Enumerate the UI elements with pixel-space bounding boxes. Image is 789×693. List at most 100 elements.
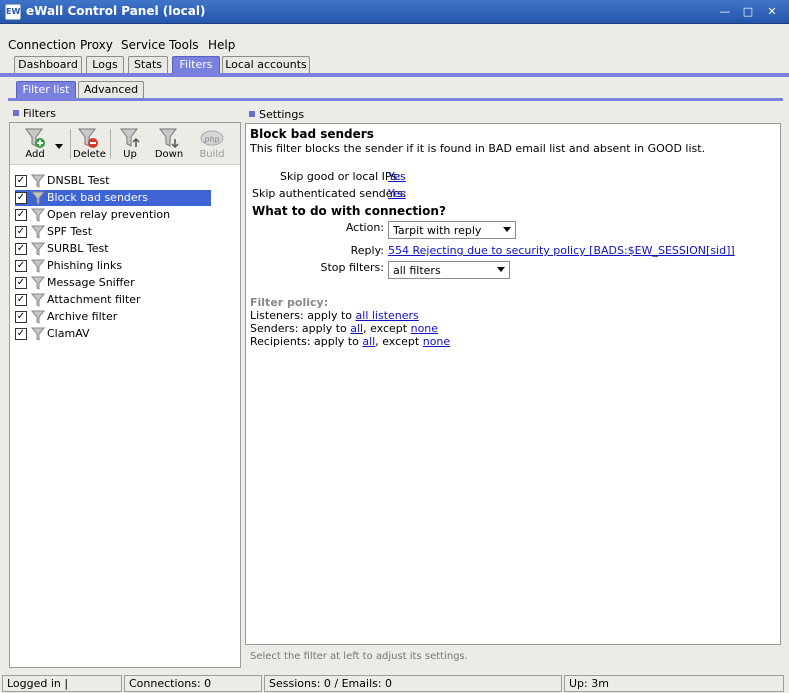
funnel-icon bbox=[31, 174, 45, 188]
filter-item-label: Message Sniffer bbox=[47, 276, 135, 289]
up-button[interactable]: Up bbox=[118, 127, 142, 160]
filter-item-attachment-filter[interactable]: ✓ Attachment filter bbox=[15, 292, 211, 308]
down-button[interactable]: Down bbox=[154, 127, 184, 160]
build-button-label: Build bbox=[199, 149, 225, 160]
filter-item-dnsbl-test[interactable]: ✓ DNSBL Test bbox=[15, 173, 211, 189]
chevron-down-icon bbox=[497, 267, 505, 272]
filter-item-spf-test[interactable]: ✓ SPF Test bbox=[15, 224, 211, 240]
filter-item-block-bad-senders[interactable]: ✓ Block bad senders bbox=[15, 190, 211, 206]
tab-local-accounts[interactable]: Local accounts bbox=[222, 56, 310, 74]
senders-except-label: , except bbox=[363, 322, 408, 335]
add-dropdown-arrow[interactable] bbox=[54, 141, 64, 152]
filter-title: Block bad senders bbox=[250, 127, 374, 141]
recipients-except-link[interactable]: none bbox=[423, 335, 450, 348]
filter-item-label: Archive filter bbox=[47, 310, 118, 323]
filter-item-open-relay-prevention[interactable]: ✓ Open relay prevention bbox=[15, 207, 211, 223]
filter-item-label: ClamAV bbox=[47, 327, 90, 340]
recipients-all-link[interactable]: all bbox=[362, 335, 375, 348]
status-connections: Connections: 0 bbox=[124, 675, 262, 692]
filter-checkbox[interactable]: ✓ bbox=[15, 226, 27, 238]
status-login: Logged in | bbox=[2, 675, 122, 692]
recipients-except-label: , except bbox=[375, 335, 420, 348]
action-select[interactable]: Tarpit with reply bbox=[388, 221, 516, 239]
toolbar-separator bbox=[110, 129, 111, 159]
funnel-add-icon bbox=[25, 128, 45, 148]
chevron-down-icon bbox=[55, 144, 63, 149]
filter-checkbox[interactable]: ✓ bbox=[15, 328, 27, 340]
tab-advanced[interactable]: Advanced bbox=[78, 81, 144, 99]
title-bar: EW eWall Control Panel (local) — □ ✕ bbox=[0, 0, 789, 24]
filter-item-message-sniffer[interactable]: ✓ Message Sniffer bbox=[15, 275, 211, 291]
filter-checkbox[interactable]: ✓ bbox=[15, 192, 27, 204]
filter-item-surbl-test[interactable]: ✓ SURBL Test bbox=[15, 241, 211, 257]
listeners-policy: Listeners: apply to all listeners bbox=[250, 309, 419, 322]
filter-checkbox[interactable]: ✓ bbox=[15, 294, 27, 306]
chevron-down-icon bbox=[503, 227, 511, 232]
funnel-icon bbox=[31, 276, 45, 290]
settings-hint: Select the filter at left to adjust its … bbox=[250, 651, 468, 662]
filter-item-label: DNSBL Test bbox=[47, 174, 110, 187]
skip-local-label: Skip good or local IPs: bbox=[280, 170, 401, 183]
tab-filters[interactable]: Filters bbox=[172, 56, 220, 74]
funnel-delete-icon bbox=[78, 128, 98, 148]
filter-checkbox[interactable]: ✓ bbox=[15, 277, 27, 289]
action-label: Action: bbox=[345, 221, 384, 234]
maximize-button[interactable]: □ bbox=[741, 6, 755, 18]
reply-link[interactable]: 554 Rejecting due to security policy [BA… bbox=[388, 244, 735, 257]
close-button[interactable]: ✕ bbox=[765, 6, 779, 18]
filters-panel-header: Filters bbox=[9, 106, 241, 122]
build-button[interactable]: php Build bbox=[198, 127, 226, 160]
filter-checkbox[interactable]: ✓ bbox=[15, 311, 27, 323]
add-button[interactable]: Add bbox=[22, 127, 48, 160]
filter-item-label: Block bad senders bbox=[47, 191, 148, 204]
skip-auth-link[interactable]: Yes bbox=[388, 187, 406, 200]
senders-policy: Senders: apply to all, except none bbox=[250, 322, 438, 335]
skip-local-link[interactable]: Yes bbox=[388, 170, 406, 183]
stop-filters-select-value: all filters bbox=[393, 264, 441, 277]
tab-logs[interactable]: Logs bbox=[86, 56, 124, 74]
listeners-link[interactable]: all listeners bbox=[356, 309, 419, 322]
funnel-icon bbox=[31, 208, 45, 222]
menu-connection[interactable]: Connection bbox=[8, 38, 76, 52]
action-select-value: Tarpit with reply bbox=[393, 224, 482, 237]
stop-filters-label: Stop filters: bbox=[320, 261, 384, 274]
filter-checkbox[interactable]: ✓ bbox=[15, 175, 27, 187]
filters-panel-title: Filters bbox=[23, 107, 56, 120]
menu-help[interactable]: Help bbox=[208, 38, 235, 52]
filter-checkbox[interactable]: ✓ bbox=[15, 243, 27, 255]
filter-checkbox[interactable]: ✓ bbox=[15, 260, 27, 272]
toolbar-separator bbox=[70, 129, 71, 159]
tab-stats[interactable]: Stats bbox=[128, 56, 168, 74]
filter-item-archive-filter[interactable]: ✓ Archive filter bbox=[15, 309, 211, 325]
filter-item-label: SURBL Test bbox=[47, 242, 109, 255]
filter-item-label: Attachment filter bbox=[47, 293, 141, 306]
app-icon: EW bbox=[5, 4, 21, 20]
menu-proxy[interactable]: Proxy bbox=[80, 38, 113, 52]
filter-checkbox[interactable]: ✓ bbox=[15, 209, 27, 221]
minimize-button[interactable]: — bbox=[718, 6, 732, 18]
up-button-label: Up bbox=[123, 149, 137, 160]
skip-auth-label: Skip authenticated senders: bbox=[252, 187, 407, 200]
settings-panel-title: Settings bbox=[259, 108, 305, 121]
tab-dashboard[interactable]: Dashboard bbox=[14, 56, 82, 74]
status-sessions: Sessions: 0 / Emails: 0 bbox=[264, 675, 562, 692]
php-icon-text: php bbox=[204, 135, 220, 144]
funnel-icon bbox=[31, 327, 45, 341]
stop-filters-select[interactable]: all filters bbox=[388, 261, 510, 279]
senders-all-link[interactable]: all bbox=[350, 322, 363, 335]
filter-item-label: SPF Test bbox=[47, 225, 93, 238]
delete-button-label: Delete bbox=[73, 149, 106, 160]
tab-filter-list[interactable]: Filter list bbox=[16, 81, 76, 99]
menu-tools[interactable]: Tools bbox=[169, 38, 199, 52]
menu-service[interactable]: Service bbox=[121, 38, 165, 52]
settings-panel: Block bad senders This filter blocks the… bbox=[245, 123, 781, 645]
panel-header-marker bbox=[13, 110, 19, 116]
filter-item-clamav[interactable]: ✓ ClamAV bbox=[15, 326, 211, 342]
filter-item-phishing-links[interactable]: ✓ Phishing links bbox=[15, 258, 211, 274]
recipients-policy-label: Recipients: apply to bbox=[250, 335, 359, 348]
window-title: eWall Control Panel (local) bbox=[26, 4, 206, 18]
tab-strip-underline bbox=[0, 73, 789, 77]
policy-heading: Filter policy: bbox=[250, 296, 329, 309]
delete-button[interactable]: Delete bbox=[73, 127, 106, 160]
senders-except-link[interactable]: none bbox=[411, 322, 438, 335]
